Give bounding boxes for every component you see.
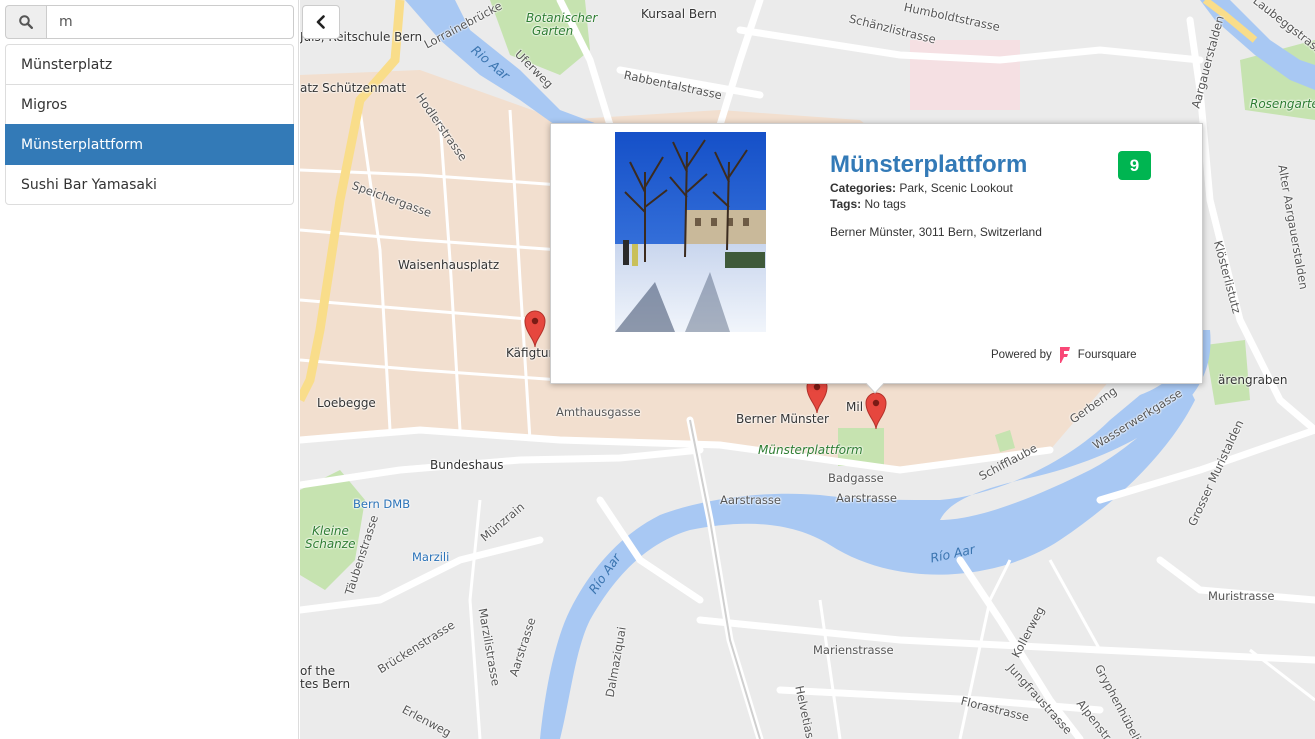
list-item-label: Migros xyxy=(21,96,68,113)
foursquare-brand: Foursquare xyxy=(1077,349,1137,361)
foursquare-icon xyxy=(1059,347,1070,363)
map-label-mil: Mil xyxy=(846,400,864,414)
map-label-munsterplattform: Münsterplattform xyxy=(758,443,863,457)
map-marker-selected-icon[interactable] xyxy=(865,392,887,430)
map-label-rosengarten: Rosengarte xyxy=(1250,97,1315,111)
list-item-label: Sushi Bar Yamasaki xyxy=(21,176,157,193)
map-label-marienstrasse: Marienstrasse xyxy=(813,643,894,657)
search-icon xyxy=(5,5,46,39)
map-label-aarstrasse-2: Aarstrasse xyxy=(836,491,897,505)
map-marker-icon[interactable] xyxy=(524,310,546,348)
sidebar: Münsterplatz Migros Münsterplattform Sus… xyxy=(0,0,299,739)
map-label-schutzenmatt: atz Schützenmatt xyxy=(300,81,407,95)
categories-label: Categories: xyxy=(830,181,897,195)
map-label-bundeshaus: Bundeshaus xyxy=(430,458,504,472)
map-label-loebegge: Loebegge xyxy=(317,396,376,410)
venue-title[interactable]: Münsterplattform xyxy=(830,151,1027,179)
list-item-sushi-bar-yamasaki[interactable]: Sushi Bar Yamasaki xyxy=(5,164,294,205)
rating-badge: 9 xyxy=(1118,151,1151,180)
map-label-kursaal: Kursaal Bern xyxy=(641,7,717,21)
map-label-aarstrasse-1: Aarstrasse xyxy=(720,493,781,507)
map-label-waisenhausplatz: Waisenhausplatz xyxy=(398,258,500,272)
toggle-sidebar-button[interactable] xyxy=(302,5,340,39)
categories-line: Categories: Park, Scenic Lookout xyxy=(830,181,1013,195)
map-label-of-the: of the xyxy=(300,664,336,678)
result-list: Münsterplatz Migros Münsterplattform Sus… xyxy=(5,44,294,205)
map-label-muristrasse: Muristrasse xyxy=(1208,589,1275,603)
tags-line: Tags: No tags xyxy=(830,197,906,211)
chevron-left-icon xyxy=(316,15,325,29)
map-label-marzili: Marzili xyxy=(412,550,450,564)
map-label-garten: Garten xyxy=(532,24,574,38)
powered-by[interactable]: Powered by Foursquare xyxy=(991,346,1137,364)
list-item-label: Münsterplattform xyxy=(21,136,143,153)
map-label-kleine: Kleine xyxy=(312,524,349,538)
map-label-badgasse: Badgasse xyxy=(828,471,884,485)
map-label-barengraben: ärengraben xyxy=(1218,373,1288,387)
search-input[interactable] xyxy=(46,5,294,39)
venue-address: Berner Münster, 3011 Bern, Switzerland xyxy=(830,225,1042,239)
powered-by-label: Powered by xyxy=(991,349,1052,361)
categories-value: Park, Scenic Lookout xyxy=(899,181,1013,195)
info-window: Münsterplattform 9 Categories: Park, Sce… xyxy=(550,123,1203,384)
list-item-munsterplatz[interactable]: Münsterplatz xyxy=(5,44,294,85)
map-label-schanze: Schanze xyxy=(305,537,356,551)
map-label-botanischer: Botanischer xyxy=(526,11,598,25)
venue-photo xyxy=(615,132,766,332)
info-window-tail xyxy=(865,382,885,394)
map-label-tes-bern: tes Bern xyxy=(300,677,351,691)
map-label-bern-dmb: Bern DMB xyxy=(353,497,411,511)
list-item-label: Münsterplatz xyxy=(21,56,113,73)
tags-value: No tags xyxy=(864,197,906,211)
list-item-migros[interactable]: Migros xyxy=(5,84,294,125)
search-group xyxy=(5,5,294,39)
list-item-munsterplattform[interactable]: Münsterplattform xyxy=(5,124,294,165)
map-label-berner-munster: Berner Münster xyxy=(736,412,829,426)
tags-label: Tags: xyxy=(830,197,862,211)
map-label-amthausgasse: Amthausgasse xyxy=(556,405,641,419)
